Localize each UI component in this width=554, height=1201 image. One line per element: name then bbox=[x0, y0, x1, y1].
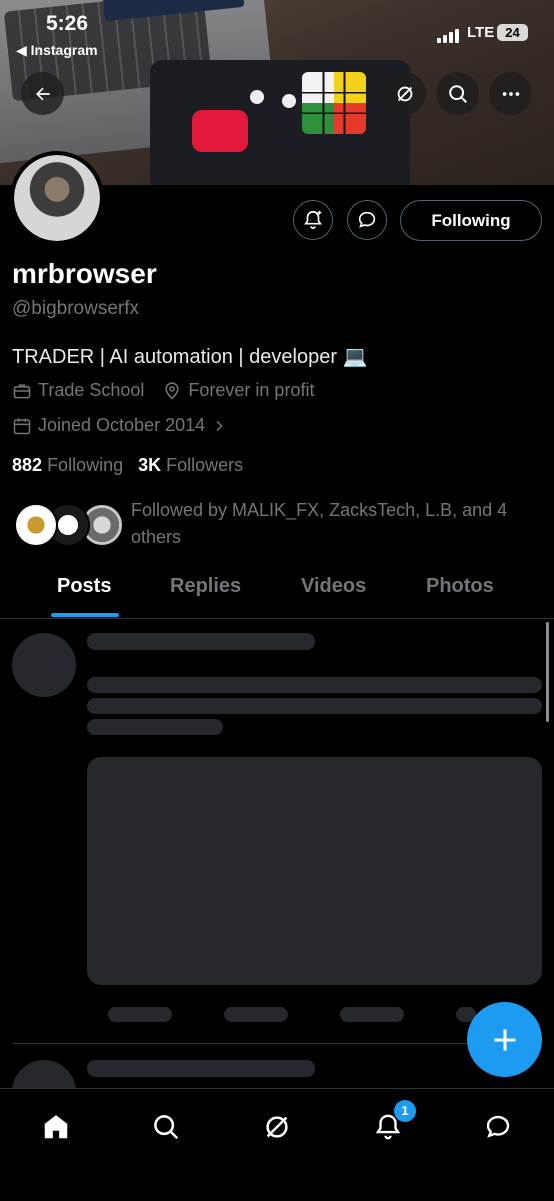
compose-button[interactable] bbox=[467, 1002, 542, 1077]
plus-icon bbox=[494, 1029, 515, 1050]
battery-icon: 24 bbox=[497, 24, 528, 41]
tab-replies[interactable]: Replies bbox=[170, 575, 241, 598]
user-handle: @bigbrowserfx bbox=[12, 298, 139, 319]
nav-grok[interactable] bbox=[257, 1107, 297, 1147]
tab-videos[interactable]: Videos bbox=[301, 575, 366, 598]
active-tab-indicator bbox=[51, 613, 119, 617]
following-link[interactable]: 882 Following bbox=[12, 455, 123, 475]
nav-search[interactable] bbox=[146, 1107, 186, 1147]
chat-bubble-icon bbox=[486, 1115, 510, 1138]
notification-badge: 1 bbox=[394, 1100, 416, 1122]
profile-tabs: Posts Replies Videos Photos bbox=[0, 563, 554, 619]
followers-link[interactable]: 3K Followers bbox=[138, 455, 243, 475]
chat-bubble-icon bbox=[358, 211, 376, 228]
follower-avatar bbox=[14, 503, 58, 547]
search-icon bbox=[448, 84, 467, 103]
skeleton-line bbox=[87, 677, 542, 693]
signal-icon bbox=[437, 25, 461, 43]
location-pin-icon bbox=[165, 381, 179, 400]
followers-label: Followers bbox=[166, 455, 244, 475]
display-name: mrbrowser bbox=[12, 258, 157, 289]
bio-text: TRADER | AI automation | developer 💻 bbox=[12, 346, 368, 368]
search-button[interactable] bbox=[436, 72, 479, 115]
more-button[interactable] bbox=[489, 72, 532, 115]
joined-date: Joined October 2014 bbox=[38, 415, 206, 435]
profile-category: Trade School bbox=[38, 380, 145, 400]
joined-row[interactable]: Joined October 2014 bbox=[12, 415, 233, 436]
skeleton-action bbox=[108, 1007, 172, 1022]
following-label: Following bbox=[47, 455, 124, 475]
search-icon bbox=[154, 1115, 179, 1140]
skeleton-action bbox=[340, 1007, 404, 1022]
status-bar: 5:26 ◀ Instagram LTE 24 bbox=[0, 0, 554, 70]
bell-plus-icon bbox=[304, 210, 322, 230]
skeleton-line bbox=[87, 1060, 315, 1077]
calendar-icon bbox=[13, 418, 31, 434]
avatar[interactable] bbox=[10, 151, 104, 245]
skeleton-line bbox=[87, 698, 542, 714]
nav-home[interactable] bbox=[36, 1107, 76, 1147]
banner-rubiks-cube bbox=[302, 72, 366, 134]
banner-mat bbox=[150, 60, 410, 185]
status-time: 5:26 bbox=[46, 12, 89, 35]
skeleton-action bbox=[224, 1007, 288, 1022]
nav-messages[interactable] bbox=[478, 1107, 518, 1147]
following-count: 882 bbox=[12, 455, 43, 475]
grok-button[interactable] bbox=[383, 72, 426, 115]
back-button[interactable] bbox=[21, 72, 64, 115]
home-icon bbox=[44, 1115, 68, 1139]
post-divider bbox=[12, 1043, 542, 1044]
follow-counts: 882 Following 3K Followers bbox=[12, 455, 243, 476]
skeleton-avatar bbox=[12, 633, 76, 697]
followed-by-text: Followed by MALIK_FX, ZacksTech, L.B, an… bbox=[131, 500, 508, 547]
notify-button[interactable] bbox=[293, 200, 333, 240]
grok-icon bbox=[397, 86, 412, 101]
profile-meta-row: Trade School Forever in profit bbox=[12, 380, 314, 401]
followers-count: 3K bbox=[138, 455, 162, 475]
tab-posts[interactable]: Posts bbox=[57, 575, 111, 598]
following-button[interactable]: Following bbox=[400, 200, 542, 241]
banner-earbud bbox=[282, 94, 296, 108]
more-icon bbox=[502, 91, 519, 96]
profile-location: Forever in profit bbox=[188, 380, 315, 400]
banner-earbud bbox=[250, 90, 264, 104]
back-to-app-link[interactable]: ◀ Instagram bbox=[16, 42, 98, 59]
briefcase-icon bbox=[13, 383, 31, 398]
bottom-nav: 1 bbox=[0, 1088, 554, 1201]
message-button[interactable] bbox=[347, 200, 387, 240]
tab-photos[interactable]: Photos bbox=[426, 575, 494, 598]
chevron-right-icon bbox=[216, 420, 223, 431]
skeleton-line bbox=[87, 633, 315, 650]
scrollbar[interactable] bbox=[546, 622, 549, 722]
skeleton-line bbox=[87, 719, 223, 735]
banner-earbuds-case bbox=[192, 110, 248, 152]
skeleton-media bbox=[87, 757, 542, 985]
grok-icon bbox=[266, 1116, 288, 1138]
network-label: LTE bbox=[467, 24, 495, 41]
back-arrow-icon bbox=[35, 87, 50, 100]
